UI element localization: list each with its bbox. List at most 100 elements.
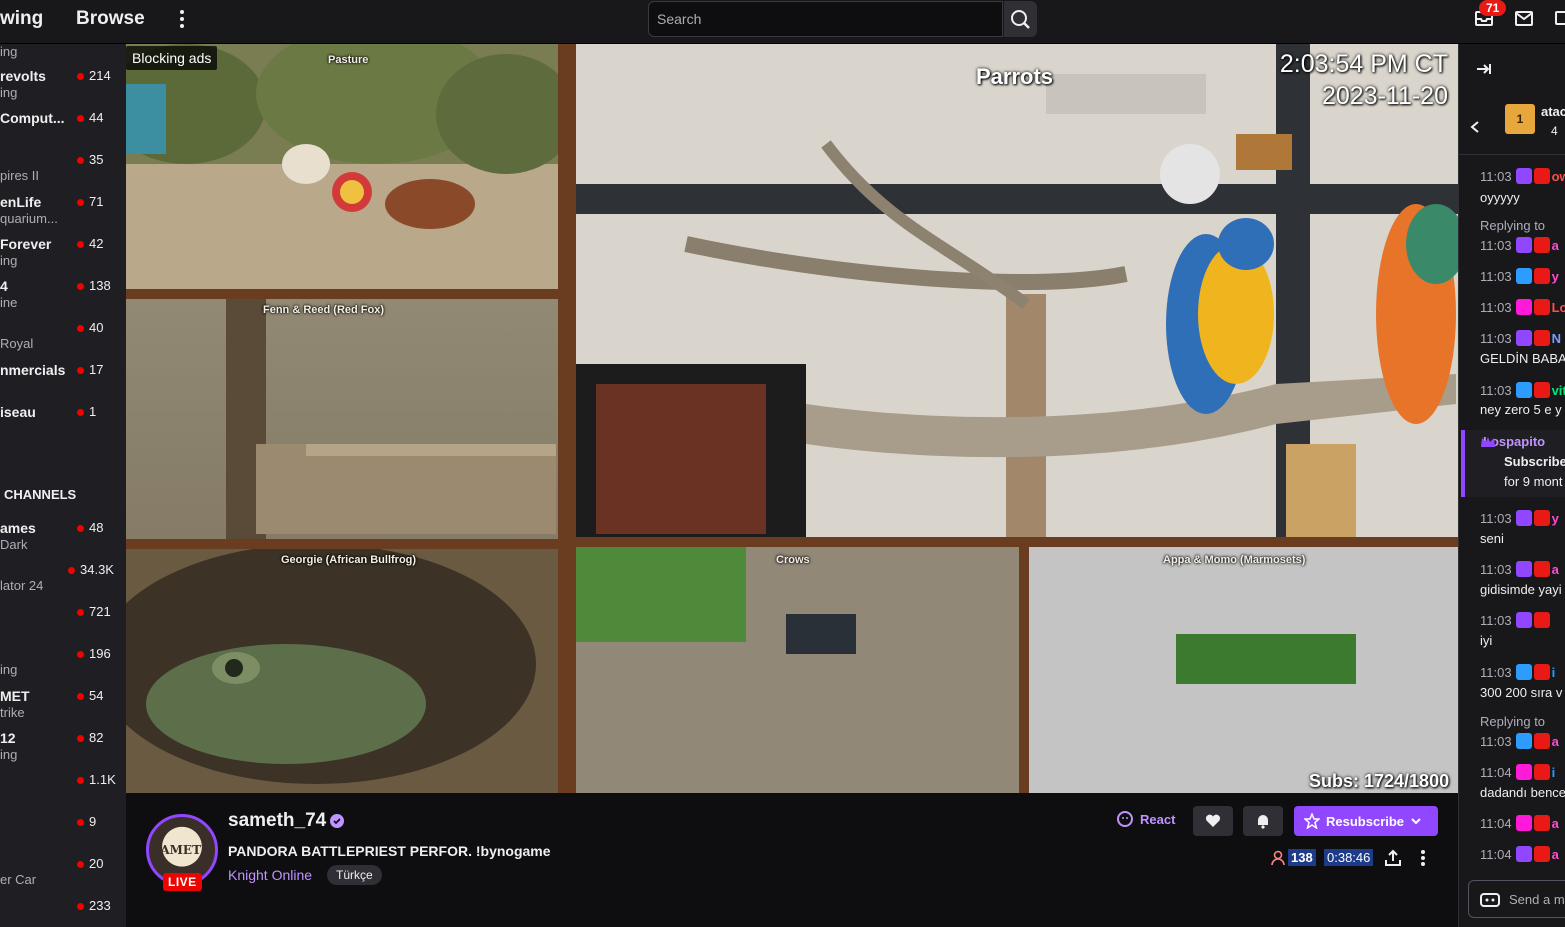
sidebar-channel-item[interactable]: 12 ing 82 (0, 730, 126, 772)
viewer-count: 17 (89, 362, 104, 377)
chat-username[interactable]: a (1552, 847, 1559, 862)
nav-browse-link[interactable]: Browse (76, 8, 145, 30)
chat-username[interactable]: a (1552, 816, 1559, 831)
chat-message[interactable]: seni (1480, 531, 1504, 546)
chat-message[interactable]: dadandı bence (1480, 785, 1565, 800)
chat-message[interactable]: 11:03 Losp (1480, 299, 1565, 315)
viewer-count: 138 (89, 278, 111, 293)
chat-message[interactable]: 11:03 y (1480, 510, 1559, 526)
chat-bubble-button[interactable] (1553, 6, 1565, 30)
sidebar-channel-item[interactable]: 233 (0, 898, 126, 927)
chat-username[interactable]: Losp (1552, 300, 1565, 315)
live-dot-icon (77, 651, 84, 658)
follow-button[interactable] (1193, 806, 1233, 836)
subscriber-badge-icon (1533, 664, 1550, 680)
chat-timestamp: 11:03 (1480, 269, 1512, 284)
chevron-left-icon[interactable] (1469, 120, 1481, 134)
search-button[interactable] (1004, 1, 1037, 37)
chat-message[interactable]: 11:03 (1480, 612, 1552, 628)
chat-message[interactable]: 11:03 a (1480, 733, 1559, 749)
sidebar-channel-item[interactable]: nmercials 17 (0, 362, 126, 404)
channel-name: Comput... (0, 110, 65, 126)
sidebar-channel-item[interactable]: enLife quarium... 71 (0, 194, 126, 236)
chat-username[interactable]: a (1552, 562, 1559, 577)
sidebar-channel-item[interactable]: revolts ing 214 (0, 68, 126, 110)
chat-message-input[interactable]: Send a m (1468, 880, 1565, 918)
sidebar-channel-item[interactable]: 4 ine 138 (0, 278, 126, 320)
collapse-chat-icon[interactable] (1475, 60, 1493, 78)
sidebar-channel-item[interactable]: Forever ing 42 (0, 236, 126, 278)
search-icon (1011, 10, 1030, 29)
left-sidebar: CHANNELS ing revolts ing 214 Comput... 44 35 pi… (0, 44, 126, 927)
more-options-icon[interactable] (172, 8, 192, 30)
chat-message[interactable]: 11:04 i (1480, 764, 1555, 780)
live-dot-icon (77, 525, 84, 532)
chat-message[interactable]: gidisimde yayi (1480, 582, 1562, 597)
react-button[interactable]: React (1116, 810, 1175, 828)
chat-message[interactable]: 11:03 vitalyzd (1480, 382, 1565, 398)
stream-title: PANDORA BATTLEPRIEST PERFOR. !bynogame (228, 843, 551, 859)
sidebar-channel-item[interactable]: 1.1K (0, 772, 126, 814)
whispers-button[interactable] (1512, 6, 1536, 30)
chat-badge-icon (1515, 382, 1532, 398)
viewer-count: 721 (89, 604, 111, 619)
cam-label-frog: Georgie (African Bullfrog) (281, 554, 417, 566)
chat-message[interactable]: oyyyyy (1480, 190, 1520, 205)
chat-bubble-icon (1555, 11, 1565, 25)
chat-message[interactable]: 11:03 a (1480, 561, 1559, 577)
live-dot-icon (77, 367, 84, 374)
chat-message[interactable]: 11:03 a (1480, 237, 1559, 253)
streamer-name[interactable]: sameth_74 (228, 810, 326, 832)
chat-username[interactable]: i (1552, 665, 1556, 680)
sidebar-channel-item[interactable]: MET trike 54 (0, 688, 126, 730)
chat-badge-icon (1515, 330, 1532, 346)
chat-message[interactable]: GELDİN BABA (1480, 351, 1565, 366)
channel-game: lator 24 (0, 578, 44, 593)
sidebar-channel-item[interactable]: ames Dark 48 (0, 520, 126, 562)
chat-timestamp: 11:03 (1480, 300, 1512, 315)
game-category-link[interactable]: Knight Online (228, 867, 312, 883)
chat-username[interactable]: y (1552, 269, 1559, 284)
chat-message[interactable]: 11:04 a (1480, 846, 1559, 862)
chat-username[interactable]: own (1552, 169, 1565, 184)
chat-message[interactable]: 11:03 N (1480, 330, 1561, 346)
chat-username[interactable]: i (1552, 765, 1556, 780)
nav-following-link[interactable]: wing (0, 8, 43, 30)
sidebar-channel-item[interactable]: Comput... 44 (0, 110, 126, 152)
sidebar-channel-item[interactable]: iseau 1 (0, 404, 126, 446)
crown-icon (1481, 437, 1495, 447)
chat-username[interactable]: a (1552, 238, 1559, 253)
language-tag[interactable]: Türkçe (327, 865, 382, 885)
chat-message[interactable]: Replying to (1480, 218, 1545, 233)
video-player[interactable]: Pasture Fenn & Reed (Red Fox) Georgie (A… (126, 44, 1458, 793)
chat-message[interactable]: iyi (1480, 633, 1492, 648)
chat-input-placeholder: Send a m (1509, 892, 1565, 907)
chat-text: GELDİN BABA (1480, 351, 1565, 366)
chat-username[interactable]: N (1552, 331, 1561, 346)
emote-picker-icon[interactable] (1480, 893, 1500, 907)
chat-username[interactable]: vitalyzd (1552, 383, 1565, 398)
search-input[interactable]: Search (648, 1, 1003, 37)
chat-timestamp: 11:03 (1480, 331, 1512, 346)
chat-message[interactable]: 11:03 i (1480, 664, 1555, 680)
chat-message[interactable]: ney zero 5 e y (1480, 402, 1562, 417)
notification-bell-button[interactable] (1243, 806, 1283, 836)
chat-message[interactable]: 11:03 own (1480, 168, 1565, 184)
subscriber-badge-icon (1533, 510, 1550, 526)
live-dot-icon (77, 199, 84, 206)
live-dot-icon (77, 283, 84, 290)
channel-name: iseau (0, 404, 36, 420)
more-actions-icon[interactable] (1419, 850, 1427, 866)
sidebar-channel-item[interactable]: 9 (0, 814, 126, 856)
chat-text: iyi (1480, 633, 1493, 648)
share-icon[interactable] (1383, 848, 1403, 868)
sidebar-channel-item[interactable]: 721 (0, 604, 126, 646)
chat-message[interactable]: 11:04 a (1480, 815, 1559, 831)
chat-message[interactable]: 11:03 y (1480, 268, 1559, 284)
chat-message[interactable]: Replying to (1480, 714, 1545, 729)
chat-username[interactable]: a (1552, 734, 1559, 749)
chat-username[interactable]: y (1552, 511, 1559, 526)
chat-message[interactable]: 300 200 sıra v (1480, 685, 1562, 700)
resubscribe-button[interactable]: Resubscribe (1294, 806, 1438, 836)
bell-icon (1258, 815, 1268, 829)
